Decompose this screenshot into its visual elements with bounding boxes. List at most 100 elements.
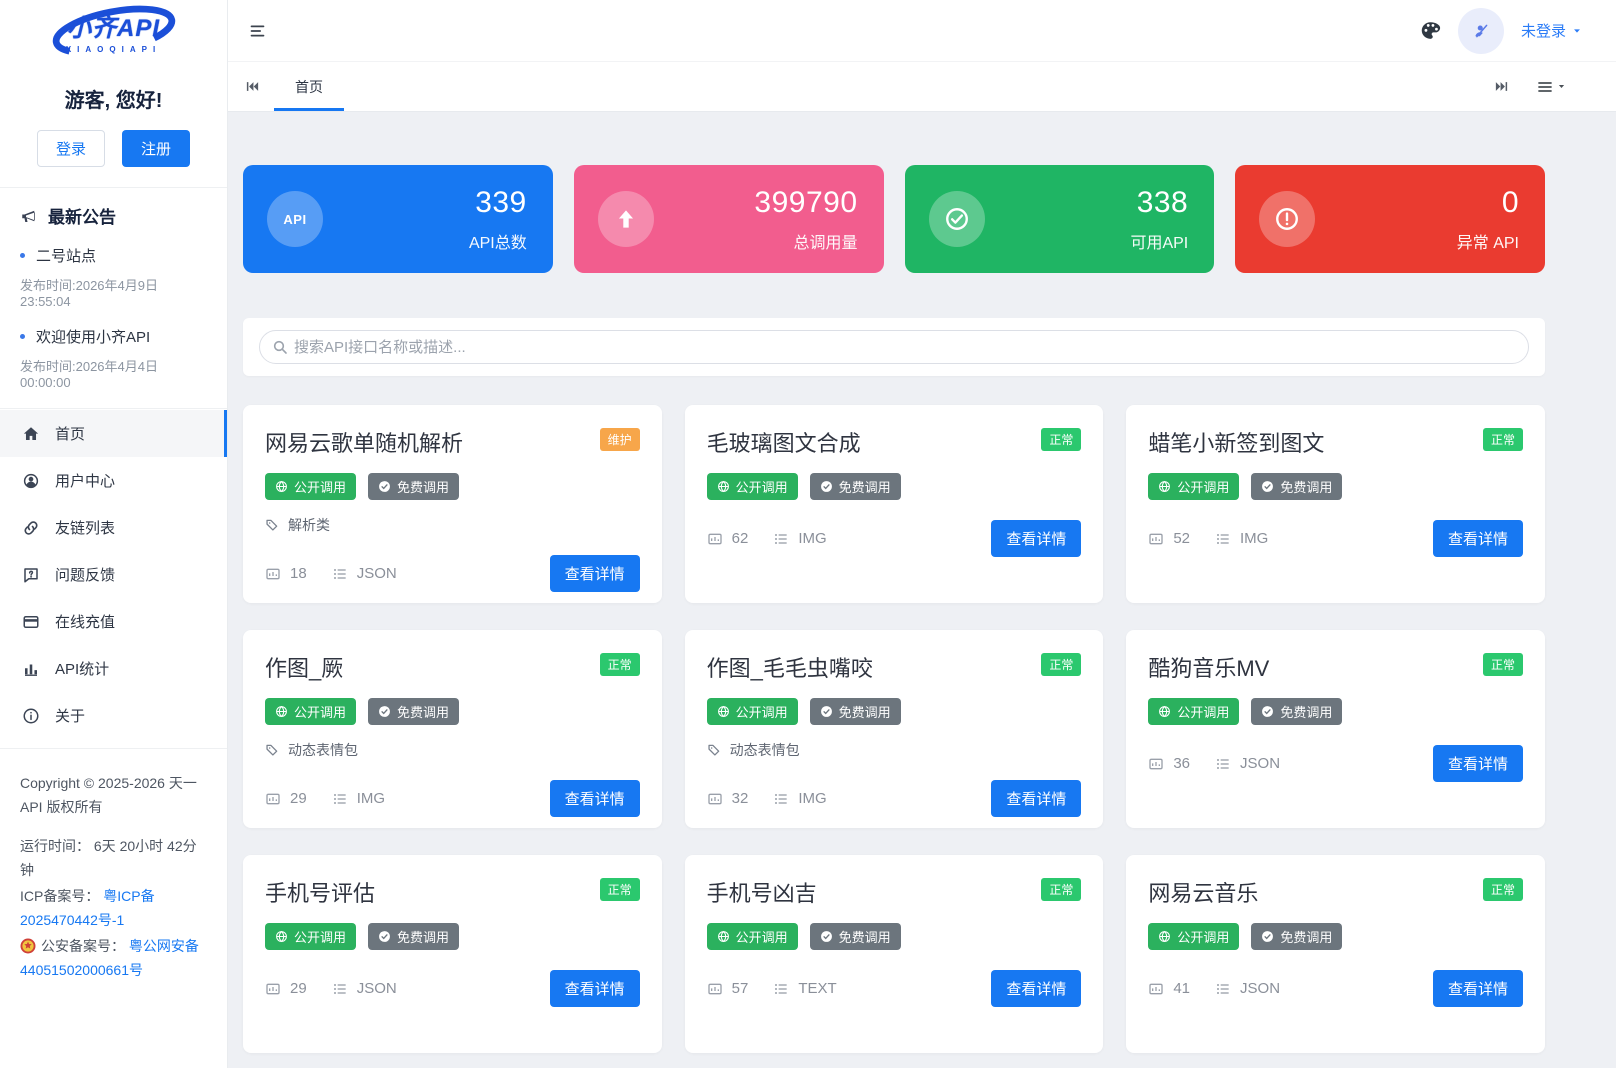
call-count-icon	[265, 981, 281, 997]
call-count-icon	[1148, 756, 1164, 772]
status-badge: 正常	[599, 878, 640, 901]
view-details-button[interactable]: 查看详情	[1432, 970, 1523, 1007]
sidebar-item-user[interactable]: 用户中心	[0, 457, 227, 504]
check-badge-icon	[378, 705, 391, 718]
stat-label: 总调用量	[793, 234, 858, 252]
free-call-badge: 免费调用	[809, 923, 901, 950]
login-button[interactable]: 登录	[37, 130, 105, 167]
check-badge-icon	[1261, 705, 1274, 718]
view-details-button[interactable]: 查看详情	[549, 970, 640, 1007]
sidebar-item-recharge[interactable]: 在线充值	[0, 598, 227, 645]
api-card-title: 网易云音乐	[1148, 881, 1259, 906]
category-tag: 动态表情包	[707, 740, 1082, 760]
return-format: JSON	[356, 565, 397, 582]
alert-circle-icon	[1259, 191, 1316, 247]
theme-palette-icon[interactable]	[1420, 20, 1441, 41]
call-count-icon	[707, 791, 723, 807]
check-circle-icon	[928, 191, 985, 247]
sidebar-item-bar-chart[interactable]: API统计	[0, 645, 227, 692]
uptime-text: 运行时间： 6天 20小时 42分钟	[20, 838, 197, 878]
home-icon	[22, 425, 40, 443]
return-format: IMG	[356, 790, 386, 807]
call-count-icon	[1148, 981, 1164, 997]
sidebar-item-link[interactable]: 友链列表	[0, 504, 227, 551]
view-details-button[interactable]: 查看详情	[991, 970, 1082, 1007]
category-tag: 解析类	[265, 515, 640, 535]
search-input[interactable]	[259, 330, 1529, 364]
status-badge: 正常	[1041, 428, 1082, 451]
register-button[interactable]: 注册	[122, 130, 190, 167]
tab-menu-icon	[1537, 79, 1553, 95]
scroll-tabs-right-icon[interactable]	[1494, 79, 1509, 94]
api-card: 蜡笔小新签到图文 正常 公开调用 免费调用 52 IMG 查看详情	[1126, 405, 1545, 603]
tab-options-dropdown[interactable]	[1537, 79, 1566, 95]
view-details-button[interactable]: 查看详情	[549, 780, 640, 817]
view-details-button[interactable]: 查看详情	[1432, 745, 1523, 782]
announcement-title-row[interactable]: 欢迎使用小齐API	[20, 326, 207, 347]
view-details-button[interactable]: 查看详情	[991, 780, 1082, 817]
tab-bar-actions	[1494, 79, 1566, 95]
announcement-title: 二号站点	[36, 248, 97, 265]
search-section	[243, 318, 1545, 376]
call-count: 41	[1173, 980, 1191, 997]
info-icon	[22, 707, 40, 725]
arrow-up-icon	[597, 191, 654, 247]
police-badge-icon	[20, 937, 36, 954]
view-details-button[interactable]: 查看详情	[991, 520, 1082, 557]
api-card: 毛玻璃图文合成 正常 公开调用 免费调用 62 IMG 查看详情	[684, 405, 1104, 603]
sidebar-item-info[interactable]: 关于	[0, 692, 227, 739]
check-badge-icon	[378, 480, 391, 493]
public-call-badge: 公开调用	[1148, 923, 1240, 950]
call-count-icon	[1148, 531, 1164, 547]
stat-card: 0 异常 API	[1235, 165, 1545, 273]
call-count: 29	[290, 980, 307, 997]
login-status-dropdown[interactable]: 未登录	[1521, 20, 1582, 41]
public-call-badge: 公开调用	[1148, 698, 1240, 725]
tab-home[interactable]: 首页	[274, 62, 344, 111]
login-status-text: 未登录	[1520, 23, 1566, 40]
announcements-title: 最新公告	[48, 208, 116, 227]
bullet-dot-icon	[20, 334, 25, 339]
return-format: TEXT	[798, 980, 837, 997]
format-list-icon	[773, 791, 789, 807]
stat-card: API 339 API总数	[243, 165, 553, 273]
brand-logo: 小齐API XIAOQIAPI	[0, 0, 227, 62]
format-list-icon	[773, 531, 789, 547]
bar-chart-icon	[22, 660, 40, 678]
view-details-button[interactable]: 查看详情	[549, 555, 640, 592]
free-call-badge: 免费调用	[368, 923, 460, 950]
globe-icon	[1158, 930, 1171, 943]
stat-value: 399790	[754, 185, 858, 219]
announcements-section: 最新公告 二号站点 发布时间:2026年4月9日 23:55:04 欢迎使用小齐…	[0, 188, 227, 404]
avatar[interactable]	[1457, 7, 1504, 54]
category-tag: 动态表情包	[265, 740, 640, 760]
scroll-tabs-left-icon[interactable]	[245, 79, 260, 94]
announcement-time: 发布时间:2026年4月9日 23:55:04	[20, 278, 158, 309]
return-format: IMG	[1240, 530, 1269, 547]
app-root: 小齐API XIAOQIAPI 游客, 您好! 登录 注册 最新公告 二号站点 …	[0, 0, 1616, 1068]
police-line: 公安备案号： 粤公网安备 44051502000661号	[20, 934, 207, 982]
status-badge: 正常	[1041, 653, 1082, 676]
view-details-button[interactable]: 查看详情	[1432, 520, 1523, 557]
sidebar-item-home[interactable]: 首页	[0, 410, 227, 457]
search-icon	[272, 339, 288, 355]
status-badge: 维护	[599, 428, 640, 451]
sidebar-toggle-icon[interactable]	[248, 23, 267, 39]
free-call-badge: 免费调用	[368, 698, 460, 725]
sidebar-footer: Copyright © 2025-2026 天一 API 版权所有 运行时间： …	[0, 749, 227, 1006]
public-call-badge: 公开调用	[1148, 473, 1240, 500]
stat-label: 异常 API	[1456, 234, 1519, 252]
announcement-item: 欢迎使用小齐API 发布时间:2026年4月4日 00:00:00	[20, 326, 207, 390]
check-badge-icon	[820, 705, 833, 718]
announcement-title-row[interactable]: 二号站点	[20, 245, 207, 266]
public-call-badge: 公开调用	[265, 923, 357, 950]
api-card-title: 蜡笔小新签到图文	[1148, 431, 1325, 456]
format-list-icon	[1215, 531, 1231, 547]
stat-card: 399790 总调用量	[573, 165, 884, 273]
top-header: 未登录	[228, 0, 1616, 62]
free-call-badge: 免费调用	[368, 473, 460, 500]
sidebar-item-feedback[interactable]: 问题反馈	[0, 551, 227, 598]
api-card: 作图_毛毛虫嘴咬 正常 公开调用 免费调用 动态表情包 32 IMG 查看详情	[684, 630, 1104, 828]
icp-line: ICP备案号： 粤ICP备 2025470442号-1	[20, 884, 207, 932]
tab-bar: 首页	[228, 62, 1616, 112]
